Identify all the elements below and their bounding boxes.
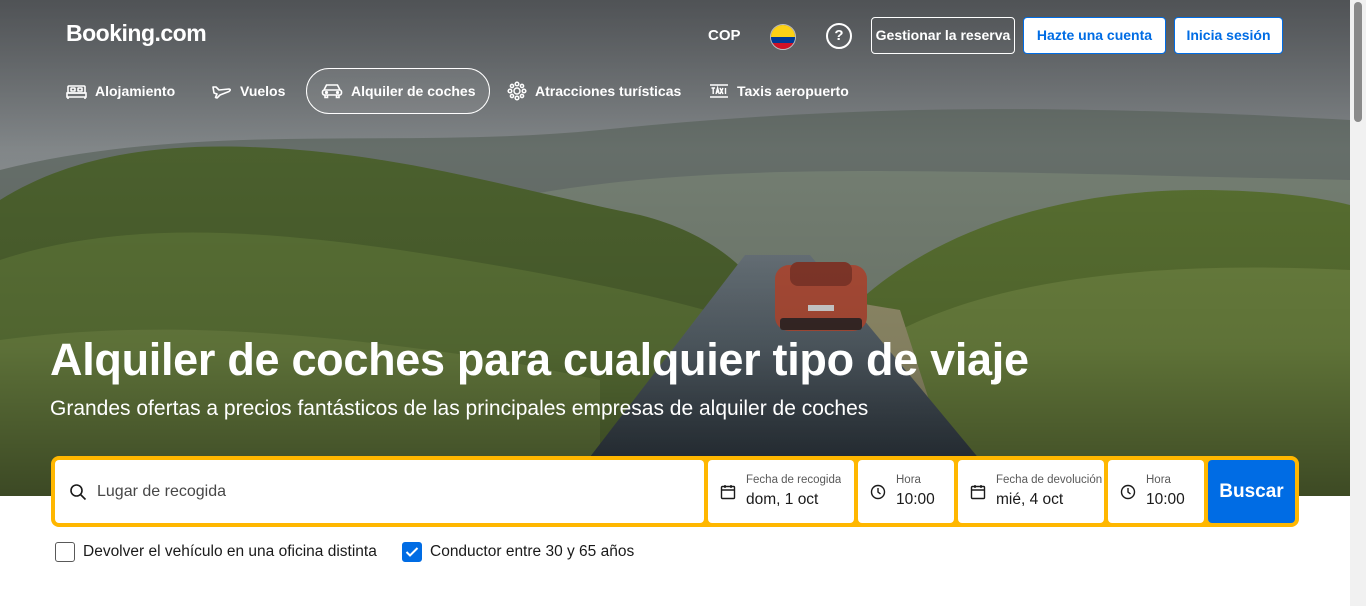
dropoff-date-field[interactable]: Fecha de devolución mié, 4 oct xyxy=(958,460,1104,523)
driver-age-label: Conductor entre 30 y 65 años xyxy=(430,543,635,560)
clock-icon xyxy=(1120,484,1136,499)
pickup-time-label: Hora xyxy=(896,474,921,486)
checkmark-icon xyxy=(405,547,419,557)
pickup-date-field[interactable]: Fecha de recogida dom, 1 oct xyxy=(708,460,854,523)
pickup-time-value: 10:00 xyxy=(896,491,935,508)
page-scrollbar[interactable] xyxy=(1350,0,1366,606)
sign-in-button[interactable]: Inicia sesión xyxy=(1174,17,1283,54)
nav-label-flights: Vuelos xyxy=(240,83,286,99)
taxi-icon xyxy=(710,84,728,98)
car-icon xyxy=(321,84,343,99)
dropoff-date-label: Fecha de devolución xyxy=(996,474,1103,486)
car-search-form: Lugar de recogida Fecha de recogida dom,… xyxy=(51,456,1299,527)
attractions-icon xyxy=(507,81,527,101)
dropoff-time-label: Hora xyxy=(1146,474,1171,486)
different-return-option[interactable]: Devolver el vehículo en una oficina dist… xyxy=(55,542,377,562)
bed-icon xyxy=(66,85,87,99)
currency-selector[interactable]: COP xyxy=(708,27,741,44)
pickup-location-field[interactable]: Lugar de recogida xyxy=(55,460,704,523)
calendar-icon xyxy=(720,484,736,499)
different-return-checkbox[interactable] xyxy=(55,542,75,562)
nav-label-airport-taxis: Taxis aeropuerto xyxy=(737,83,849,99)
manage-booking-button[interactable]: Gestionar la reserva xyxy=(871,17,1015,54)
plane-icon xyxy=(212,86,232,99)
page-subtitle: Grandes ofertas a precios fantásticos de… xyxy=(50,397,869,420)
search-icon xyxy=(70,483,87,500)
dropoff-date-value: mié, 4 oct xyxy=(996,491,1064,508)
pickup-date-label: Fecha de recogida xyxy=(746,474,842,486)
nav-item-attractions[interactable]: Atracciones turísticas xyxy=(507,68,681,114)
create-account-button[interactable]: Hazte una cuenta xyxy=(1023,17,1166,54)
driver-age-option[interactable]: Conductor entre 30 y 65 años xyxy=(402,542,634,562)
dropoff-time-field[interactable]: Hora 10:00 xyxy=(1108,460,1204,523)
nav-label-accommodation: Alojamiento xyxy=(95,83,176,99)
nav-label-attractions: Atracciones turísticas xyxy=(535,83,682,99)
page-title: Alquiler de coches para cualquier tipo d… xyxy=(50,334,1029,385)
pickup-location-placeholder: Lugar de recogida xyxy=(97,482,226,500)
booking-logo[interactable]: Booking.com xyxy=(66,20,207,47)
search-button[interactable]: Buscar xyxy=(1208,460,1295,523)
dropoff-time-value: 10:00 xyxy=(1146,491,1185,508)
driver-age-checkbox[interactable] xyxy=(402,542,422,562)
nav-item-airport-taxis[interactable]: Taxis aeropuerto xyxy=(709,68,849,114)
calendar-icon xyxy=(970,484,986,499)
different-return-label: Devolver el vehículo en una oficina dist… xyxy=(83,543,377,560)
pickup-date-value: dom, 1 oct xyxy=(746,491,819,508)
colombia-flag-icon[interactable] xyxy=(770,24,796,50)
help-icon[interactable]: ? xyxy=(826,23,852,49)
nav-item-accommodation[interactable]: Alojamiento xyxy=(66,68,175,114)
nav-label-car-rental: Alquiler de coches xyxy=(351,83,476,99)
nav-item-flights[interactable]: Vuelos xyxy=(212,68,285,114)
clock-icon xyxy=(870,484,886,499)
nav-item-car-rental[interactable]: Alquiler de coches xyxy=(306,68,491,114)
scrollbar-thumb[interactable] xyxy=(1354,2,1362,122)
pickup-time-field[interactable]: Hora 10:00 xyxy=(858,460,954,523)
